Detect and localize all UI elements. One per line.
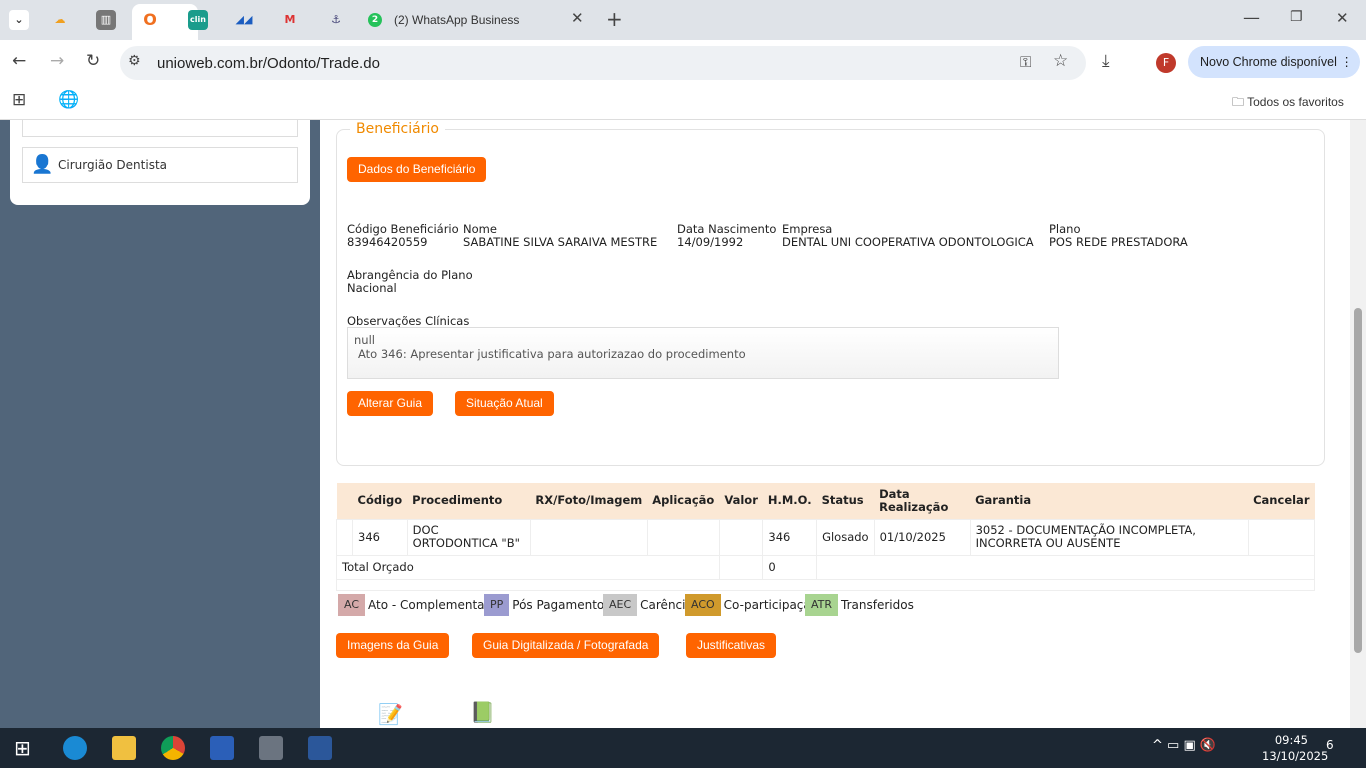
field-code: Código Beneficiário 83946420559 <box>347 222 459 249</box>
url-text[interactable]: unioweb.com.br/Odonto/Trade.do <box>157 55 380 72</box>
col-rx: RX/Foto/Imagem <box>530 483 648 519</box>
back-icon[interactable]: ← <box>12 51 26 71</box>
sidebar-item-dentist[interactable]: 👤 Cirurgião Dentista <box>22 147 298 183</box>
sidebar-item-label: Cirurgião Dentista <box>58 158 168 172</box>
word-icon[interactable] <box>308 736 332 760</box>
uniodonto-icon: O <box>143 10 157 29</box>
cell-aplicacao <box>646 518 720 556</box>
all-bookmarks[interactable]: 🗀 Todos os favoritos <box>1232 93 1344 114</box>
cell-valor <box>718 518 764 556</box>
reload-icon[interactable]: ↻ <box>86 51 100 71</box>
col-garantia: Garantia <box>970 483 1249 519</box>
cell-rx <box>529 518 648 556</box>
col-codigo: Código <box>352 483 408 519</box>
col-data: Data Realização <box>874 483 971 519</box>
tab-trello-icon[interactable]: ▥ <box>96 10 116 30</box>
col-procedimento: Procedimento <box>407 483 531 519</box>
bookmarks-bar: ⊞ 🌐 🗀 Todos os favoritos <box>0 84 1366 120</box>
tab-bar: ⌄ ☁ ▥ O clin ◢◢ M ⚓ 2 (2) WhatsApp Busin… <box>0 0 1366 40</box>
cell-codigo: 346 <box>352 518 408 556</box>
cell-procedimento: DOC ORTODONTICA "B" <box>406 518 531 556</box>
tab-clin-icon[interactable]: clin <box>188 10 208 30</box>
document-approve-icon[interactable]: 📗 <box>470 700 495 724</box>
app-icon[interactable] <box>210 736 234 760</box>
bookmark-star-icon[interactable]: ☆ <box>1053 51 1068 71</box>
system-tray-icons[interactable]: ^ ▭ ▣ 🔇 <box>1152 738 1216 753</box>
field-company: Empresa DENTAL UNI COOPERATIVA ODONTOLOGI… <box>782 222 1034 249</box>
cell-garantia: 3052 - DOCUMENTAÇÃO INCOMPLETA, INCORRET… <box>969 518 1249 556</box>
password-key-icon[interactable]: ⚿ <box>1020 53 1031 71</box>
procedures-table: Código Procedimento RX/Foto/Imagem Aplic… <box>336 483 1316 591</box>
calculator-icon[interactable] <box>259 736 283 760</box>
justifications-button[interactable]: Justificativas <box>686 633 777 658</box>
file-explorer-icon[interactable] <box>112 736 136 760</box>
globe-icon[interactable]: 🌐 <box>58 90 79 110</box>
tab-search-button[interactable]: ⌄ <box>9 10 29 30</box>
restore-icon[interactable]: ❐ <box>1290 9 1303 25</box>
all-bookmarks-label: Todos os favoritos <box>1247 95 1344 109</box>
field-name: Nome SABATINE SILVA SARAIVA MESTRE <box>463 222 658 249</box>
download-icon[interactable]: ⤓ <box>1102 51 1110 71</box>
sidebar-item[interactable] <box>22 120 298 137</box>
col-aplicacao: Aplicação <box>647 483 720 519</box>
scanned-guide-button[interactable]: Guia Digitalizada / Fotografada <box>472 633 660 658</box>
col-hmo: H.M.O. <box>762 483 817 519</box>
col-cancelar: Cancelar <box>1248 483 1315 519</box>
current-status-button[interactable]: Situação Atual <box>455 391 554 416</box>
close-tab-icon[interactable]: ✕ <box>571 9 584 27</box>
legend-pp: PP Pós Pagamento <box>484 594 604 616</box>
guide-images-button[interactable]: Imagens da Guia <box>336 633 450 658</box>
apps-grid-icon[interactable]: ⊞ <box>12 90 26 110</box>
total-label: Total Orçado <box>336 554 720 580</box>
field-plan: Plano POS REDE PRESTADORA <box>1049 222 1188 249</box>
cell-cancelar[interactable] <box>1247 518 1316 556</box>
close-window-icon[interactable]: ✕ <box>1336 9 1349 27</box>
clock[interactable]: 09:45 13/10/2025 <box>1262 732 1328 764</box>
edge-icon[interactable] <box>63 736 87 760</box>
whatsapp-icon: 2 <box>368 13 382 27</box>
chrome-icon[interactable] <box>161 736 185 760</box>
col-status: Status <box>816 483 875 519</box>
tab-app-icon[interactable]: ⚓ <box>326 10 346 30</box>
field-birthdate: Data Nascimento 14/09/1992 <box>677 222 777 249</box>
tab-chart-icon[interactable]: ◢◢ <box>234 10 254 30</box>
tab-gmail-icon[interactable]: M <box>280 10 300 30</box>
scrollbar-thumb[interactable] <box>1354 308 1362 653</box>
total-value: 0 <box>762 554 818 580</box>
table-header: Código Procedimento RX/Foto/Imagem Aplic… <box>336 483 1315 519</box>
beneficiary-data-button[interactable]: Dados do Beneficiário <box>347 157 487 182</box>
tab-whatsapp[interactable]: (2) WhatsApp Business <box>394 13 519 27</box>
document-edit-icon[interactable]: 📝 <box>378 702 403 726</box>
windows-start-icon[interactable]: ⊞ <box>14 736 31 760</box>
alter-guide-button[interactable]: Alterar Guia <box>347 391 434 416</box>
cell-hmo: 346 <box>762 518 818 556</box>
total-row: Total Orçado 0 <box>336 554 1315 580</box>
chrome-update-button[interactable]: Novo Chrome disponível ⋮ <box>1188 46 1360 78</box>
sidebar-panel: 👤 Cirurgião Dentista <box>10 120 310 205</box>
beneficiary-legend: Beneficiário <box>350 121 445 137</box>
field-coverage: Abrangência do Plano Nacional <box>347 268 473 295</box>
legend-aco: ACO Co-participação <box>685 594 818 616</box>
minimize-icon[interactable]: — <box>1243 8 1260 28</box>
legend-atr: ATR Transferidos <box>805 594 914 616</box>
clinical-observations[interactable]: null Ato 346: Apresentar justificativa pa… <box>347 327 1059 379</box>
tab-cloud-icon[interactable]: ☁ <box>50 10 70 30</box>
site-settings-icon[interactable]: ⚙ <box>128 53 141 69</box>
profile-avatar[interactable]: F <box>1156 53 1176 73</box>
person-icon: 👤 <box>31 154 54 175</box>
table-row: 346 DOC ORTODONTICA "B" 346 Glosado 01/1… <box>336 518 1316 556</box>
forward-icon[interactable]: → <box>50 51 64 71</box>
cell-status: Glosado <box>816 518 875 556</box>
cell-data: 01/10/2025 <box>873 518 971 556</box>
update-label: Novo Chrome disponível <box>1200 55 1337 69</box>
notifications-badge[interactable]: 6 <box>1326 738 1334 752</box>
legend-ac: AC Ato - Complementar <box>338 594 489 616</box>
col-valor: Valor <box>719 483 763 519</box>
new-tab-icon[interactable]: + <box>606 7 623 31</box>
legend-aec: AEC Carência <box>603 594 693 616</box>
